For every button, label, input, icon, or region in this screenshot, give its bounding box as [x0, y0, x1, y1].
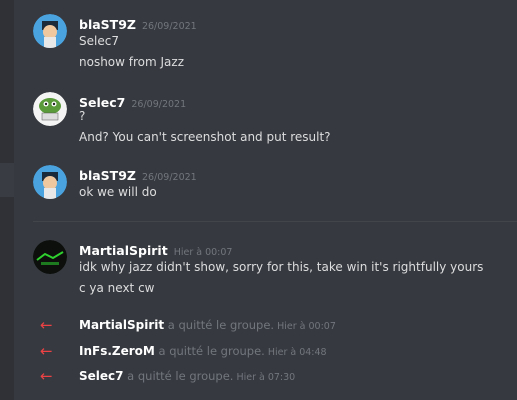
- author-name[interactable]: Selec7: [79, 95, 125, 110]
- chat-messages: blaST9Z 26/09/2021 Selec7 noshow from Jaz…: [0, 0, 517, 400]
- system-action: a quitté le groupe.: [127, 369, 234, 383]
- timestamp: 26/09/2021: [141, 172, 197, 183]
- message-header: blaST9Z 26/09/2021: [79, 165, 197, 184]
- message-text: ok we will do: [79, 185, 157, 199]
- avatar-blast9z[interactable]: [33, 165, 67, 199]
- left-arrow-icon: ←: [40, 367, 53, 385]
- system-action: a quitté le groupe.: [158, 344, 265, 358]
- avatar-martialspirit[interactable]: [33, 240, 67, 274]
- message-header: blaST9Z 26/09/2021: [79, 14, 197, 33]
- left-arrow-icon: ←: [40, 342, 53, 360]
- author-name[interactable]: blaST9Z: [79, 168, 136, 183]
- message-text: ?: [79, 109, 86, 123]
- avatar-blast9z[interactable]: [33, 14, 67, 48]
- system-time: Hier à 00:07: [277, 321, 336, 332]
- message-text: idk why jazz didn't show, sorry for this…: [79, 260, 484, 274]
- timestamp: 26/09/2021: [131, 99, 187, 110]
- message-text: c ya next cw: [79, 281, 155, 295]
- timestamp: 26/09/2021: [141, 21, 197, 32]
- left-arrow-icon: ←: [40, 316, 53, 334]
- system-time: Hier à 07:30: [236, 372, 296, 383]
- message-text: And? You can't screenshot and put result…: [79, 130, 331, 144]
- avatar-selec7[interactable]: [33, 92, 67, 126]
- author-name[interactable]: blaST9Z: [79, 17, 136, 32]
- system-user[interactable]: InFs.ZeroM: [79, 344, 155, 358]
- message-text: Selec7: [79, 34, 119, 48]
- message-text: noshow from Jazz: [79, 55, 185, 69]
- author-name[interactable]: MartialSpirit: [79, 243, 168, 258]
- date-divider: [33, 221, 517, 222]
- message-header: Selec7 26/09/2021: [79, 92, 186, 111]
- system-user[interactable]: Selec7: [79, 369, 124, 383]
- message-header: MartialSpirit Hier à 00:07: [79, 240, 232, 259]
- system-action: a quitté le groupe.: [167, 318, 275, 332]
- system-user[interactable]: MartialSpirit: [79, 318, 164, 332]
- timestamp: Hier à 00:07: [173, 247, 233, 258]
- system-time: Hier à 04:48: [267, 347, 327, 358]
